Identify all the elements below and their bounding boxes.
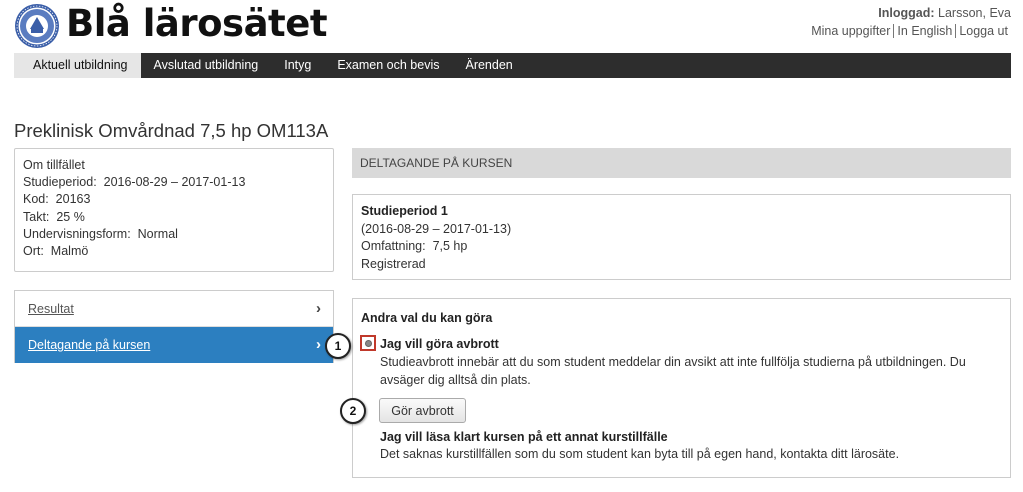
logged-in-user: Larsson, Eva xyxy=(938,6,1011,20)
chevron-right-icon: › xyxy=(316,300,321,317)
my-details-link[interactable]: Mina uppgifter xyxy=(808,24,893,38)
tab-cases[interactable]: Ärenden xyxy=(452,53,525,78)
main-nav: Aktuell utbildning Avslutad utbildning I… xyxy=(14,53,1011,78)
course-info-box: Om tillfället Studieperiod: 2016-08-29 –… xyxy=(14,148,334,272)
info-row-pace: Takt: 25 % xyxy=(23,209,325,226)
in-english-link[interactable]: In English xyxy=(893,24,955,38)
info-row-location: Ort: Malmö xyxy=(23,243,325,260)
side-item-participation[interactable]: Deltagande på kursen › xyxy=(15,327,333,363)
logout-link[interactable]: Logga ut xyxy=(955,24,1011,38)
period-scope: Omfattning: 7,5 hp xyxy=(361,238,1002,256)
info-label: Ort: xyxy=(23,244,44,259)
tab-certificates[interactable]: Intyg xyxy=(271,53,324,78)
info-value: Normal xyxy=(137,226,178,241)
abort-option-title: Jag vill göra avbrott xyxy=(380,337,499,351)
info-value: Malmö xyxy=(50,244,89,259)
info-row-period: Studieperiod: 2016-08-29 – 2017-01-13 xyxy=(23,174,325,191)
info-value: 25 % xyxy=(56,209,85,224)
tab-current-education[interactable]: Aktuell utbildning xyxy=(14,53,141,78)
radio-dot-icon xyxy=(365,340,372,347)
scope-value: 7,5 hp xyxy=(432,239,468,253)
abort-radio[interactable] xyxy=(360,335,376,351)
callout-marker-2: 2 xyxy=(340,398,366,424)
change-occasion-description: Det saknas kurstillfällen som du som stu… xyxy=(380,447,900,461)
period-dates: (2016-08-29 – 2017-01-13) xyxy=(361,221,512,236)
page-header: Blå lärosätet Inloggad: Larsson, Eva Min… xyxy=(0,0,1023,52)
info-label: Kod: xyxy=(23,192,49,207)
info-label: Studieperiod: xyxy=(23,175,97,190)
side-item-label: Resultat xyxy=(28,302,74,316)
info-label: Takt: xyxy=(23,209,50,224)
abort-option-description: Studieavbrott innebär att du som student… xyxy=(380,355,966,387)
callout-marker-1: 1 xyxy=(325,333,351,359)
info-heading: Om tillfället xyxy=(23,158,85,172)
tab-completed-education[interactable]: Avslutad utbildning xyxy=(141,53,272,78)
logged-in-label: Inloggad: xyxy=(878,6,935,20)
university-seal-logo[interactable] xyxy=(14,3,60,49)
chevron-right-icon: › xyxy=(316,336,321,353)
side-item-label: Deltagande på kursen xyxy=(28,338,151,352)
study-period-box: Studieperiod 1 (2016-08-29 – 2017-01-13)… xyxy=(352,194,1011,280)
info-value: 2016-08-29 – 2017-01-13 xyxy=(103,175,246,190)
section-header: DELTAGANDE PÅ KURSEN xyxy=(352,148,1011,178)
info-row-form: Undervisningsform: Normal xyxy=(23,226,325,243)
info-value: 20163 xyxy=(55,192,91,207)
info-row-code: Kod: 20163 xyxy=(23,191,325,208)
tab-degree[interactable]: Examen och bevis xyxy=(324,53,452,78)
page-title: Preklinisk Omvårdnad 7,5 hp OM113A xyxy=(14,120,329,141)
side-menu: Resultat › Deltagande på kursen › xyxy=(14,290,334,363)
change-occasion-title: Jag vill läsa klart kursen på ett annat … xyxy=(380,430,668,444)
period-title: Studieperiod 1 xyxy=(361,204,448,218)
site-title: Blå lärosätet xyxy=(66,2,328,45)
user-links: Mina uppgifter In English Logga ut xyxy=(808,24,1011,38)
scope-label: Omfattning: xyxy=(361,239,426,253)
period-status: Registrerad xyxy=(361,256,426,271)
abort-button[interactable]: Gör avbrott xyxy=(379,398,466,423)
info-label: Undervisningsform: xyxy=(23,226,131,241)
logged-in-status: Inloggad: Larsson, Eva xyxy=(878,6,1011,20)
side-item-results[interactable]: Resultat › xyxy=(15,291,333,327)
choices-title: Andra val du kan göra xyxy=(361,311,493,325)
choices-box: Andra val du kan göra Jag vill göra avbr… xyxy=(352,298,1011,478)
